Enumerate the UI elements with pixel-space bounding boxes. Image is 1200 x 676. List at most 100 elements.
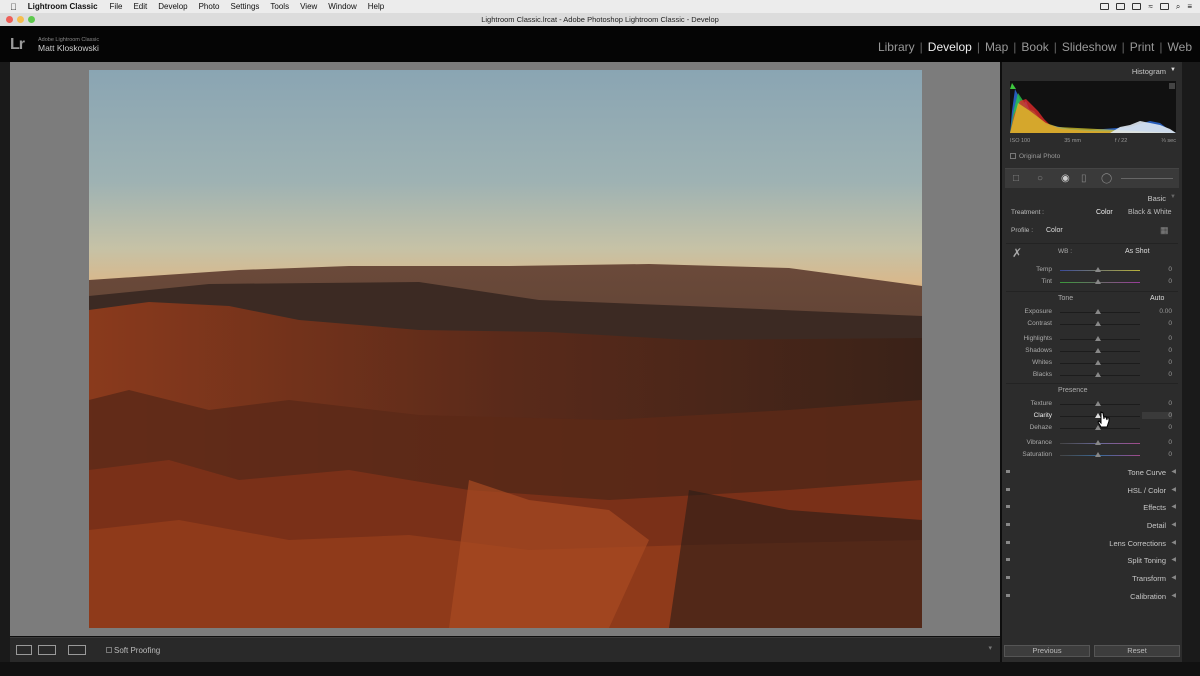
original-photo-checkbox[interactable] xyxy=(1010,153,1016,159)
spot-removal-icon[interactable]: ○ xyxy=(1037,173,1043,184)
panel-switch-icon[interactable] xyxy=(1006,576,1010,579)
lens-corrections-panel-header[interactable]: Lens Corrections ◀ xyxy=(1002,535,1182,551)
crop-tool-icon[interactable]: □ xyxy=(1013,173,1019,184)
status-icon[interactable] xyxy=(1116,3,1126,10)
treatment-color-button[interactable]: Color xyxy=(1096,209,1113,216)
panel-switch-icon[interactable] xyxy=(1006,470,1010,473)
reset-button[interactable]: Reset xyxy=(1094,645,1180,657)
original-photo-toggle[interactable]: Original Photo xyxy=(1010,153,1060,160)
blacks-label: Blacks xyxy=(1032,371,1052,378)
lr-logo: Lr xyxy=(10,36,25,53)
module-print[interactable]: Print xyxy=(1130,40,1155,54)
exposure-slider-thumb[interactable] xyxy=(1095,309,1101,314)
tint-value[interactable]: 0 xyxy=(1142,278,1172,285)
menu-settings[interactable]: Settings xyxy=(231,2,260,11)
tint-slider-thumb[interactable] xyxy=(1095,279,1101,284)
status-icon[interactable] xyxy=(1100,3,1110,10)
contrast-value[interactable]: 0 xyxy=(1142,320,1172,327)
previous-button[interactable]: Previous xyxy=(1004,645,1090,657)
panel-switch-icon[interactable] xyxy=(1006,594,1010,597)
search-icon[interactable]: ⌕ xyxy=(1176,2,1180,12)
highlights-slider-thumb[interactable] xyxy=(1095,336,1101,341)
blacks-value[interactable]: 0 xyxy=(1142,371,1172,378)
profile-browser-icon[interactable]: ▦ xyxy=(1160,225,1169,236)
treatment-bw-button[interactable]: Black & White xyxy=(1128,209,1172,216)
saturation-slider-thumb[interactable] xyxy=(1095,452,1101,457)
right-panel-edge[interactable] xyxy=(1182,62,1200,662)
menu-help[interactable]: Help xyxy=(368,2,384,11)
menu-edit[interactable]: Edit xyxy=(133,2,147,11)
vibrance-value[interactable]: 0 xyxy=(1142,439,1172,446)
adjustment-brush-icon[interactable] xyxy=(1121,178,1173,179)
panel-switch-icon[interactable] xyxy=(1006,523,1010,526)
saturation-value[interactable]: 0 xyxy=(1142,451,1172,458)
panel-switch-icon[interactable] xyxy=(1006,488,1010,491)
module-slideshow[interactable]: Slideshow xyxy=(1062,40,1117,54)
filmstrip-collapsed[interactable] xyxy=(0,662,1200,676)
texture-value[interactable]: 0 xyxy=(1142,400,1172,407)
highlights-value[interactable]: 0 xyxy=(1142,335,1172,342)
transform-panel-header[interactable]: Transform ◀ xyxy=(1002,570,1182,586)
menu-develop[interactable]: Develop xyxy=(158,2,187,11)
histogram-panel-header[interactable]: Histogram ▼ xyxy=(1002,63,1182,79)
texture-slider-thumb[interactable] xyxy=(1095,401,1101,406)
effects-panel-header[interactable]: Effects ◀ xyxy=(1002,499,1182,515)
contrast-slider-thumb[interactable] xyxy=(1095,321,1101,326)
hsl-color-panel-header[interactable]: HSL / Color ◀ xyxy=(1002,482,1182,498)
left-panel-collapsed[interactable] xyxy=(0,62,10,662)
whites-slider-thumb[interactable] xyxy=(1095,360,1101,365)
panel-switch-icon[interactable] xyxy=(1006,505,1010,508)
radial-filter-icon[interactable]: ◯ xyxy=(1101,173,1112,184)
before-after-split-icon[interactable] xyxy=(68,645,86,655)
wifi-icon[interactable]: ≈ xyxy=(1148,2,1152,11)
exposure-value[interactable]: 0.00 xyxy=(1142,308,1172,315)
basic-panel-header[interactable]: Basic ▼ xyxy=(1002,190,1182,206)
zoom-window-icon[interactable] xyxy=(28,16,35,23)
calibration-panel-header[interactable]: Calibration ◀ xyxy=(1002,588,1182,604)
shadows-slider-thumb[interactable] xyxy=(1095,348,1101,353)
panel-switch-icon[interactable] xyxy=(1006,558,1010,561)
temp-value[interactable]: 0 xyxy=(1142,266,1172,273)
status-icon[interactable] xyxy=(1132,3,1142,10)
white-balance-eyedropper-icon[interactable]: ✗ xyxy=(1012,246,1022,260)
split-toning-panel-header[interactable]: Split Toning ◀ xyxy=(1002,552,1182,568)
before-after-view-icon[interactable] xyxy=(38,645,56,655)
module-library[interactable]: Library xyxy=(878,40,915,54)
dehaze-value[interactable]: 0 xyxy=(1142,424,1172,431)
menu-tools[interactable]: Tools xyxy=(270,2,289,11)
panel-switch-icon[interactable] xyxy=(1006,541,1010,544)
temp-slider-thumb[interactable] xyxy=(1095,267,1101,272)
battery-icon[interactable] xyxy=(1159,3,1169,10)
red-eye-icon[interactable]: ◉ xyxy=(1061,173,1070,184)
auto-tone-button[interactable]: Auto xyxy=(1150,295,1164,302)
menu-file[interactable]: File xyxy=(110,2,123,11)
clarity-value[interactable]: 0 xyxy=(1142,412,1172,419)
blacks-slider-thumb[interactable] xyxy=(1095,372,1101,377)
wb-dropdown[interactable]: As Shot xyxy=(1125,248,1150,255)
histogram[interactable] xyxy=(1010,81,1176,133)
menu-view[interactable]: View xyxy=(300,2,317,11)
menu-window[interactable]: Window xyxy=(328,2,356,11)
tone-curve-panel-header[interactable]: Tone Curve ◀ xyxy=(1002,464,1182,480)
app-menu[interactable]: Lightroom Classic xyxy=(28,2,98,11)
menu-photo[interactable]: Photo xyxy=(199,2,220,11)
apple-menu-icon[interactable]:  xyxy=(10,2,17,12)
module-separator: | xyxy=(919,40,923,54)
module-book[interactable]: Book xyxy=(1021,40,1048,54)
menu-list-icon[interactable]: ≡ xyxy=(1187,2,1192,11)
module-map[interactable]: Map xyxy=(985,40,1008,54)
detail-panel-header[interactable]: Detail ◀ xyxy=(1002,517,1182,533)
whites-value[interactable]: 0 xyxy=(1142,359,1172,366)
module-web[interactable]: Web xyxy=(1168,40,1192,54)
vibrance-slider-thumb[interactable] xyxy=(1095,440,1101,445)
graduated-filter-icon[interactable]: ▯ xyxy=(1081,173,1087,184)
minimize-window-icon[interactable] xyxy=(17,16,24,23)
close-window-icon[interactable] xyxy=(6,16,13,23)
profile-dropdown[interactable]: Color xyxy=(1046,227,1063,234)
module-develop[interactable]: Develop xyxy=(928,40,972,54)
main-photo[interactable] xyxy=(89,70,922,628)
soft-proofing-checkbox[interactable] xyxy=(106,647,112,653)
shadows-value[interactable]: 0 xyxy=(1142,347,1172,354)
loupe-view-icon[interactable] xyxy=(16,645,32,655)
toolbar-menu-icon[interactable]: ▾ xyxy=(988,644,992,652)
